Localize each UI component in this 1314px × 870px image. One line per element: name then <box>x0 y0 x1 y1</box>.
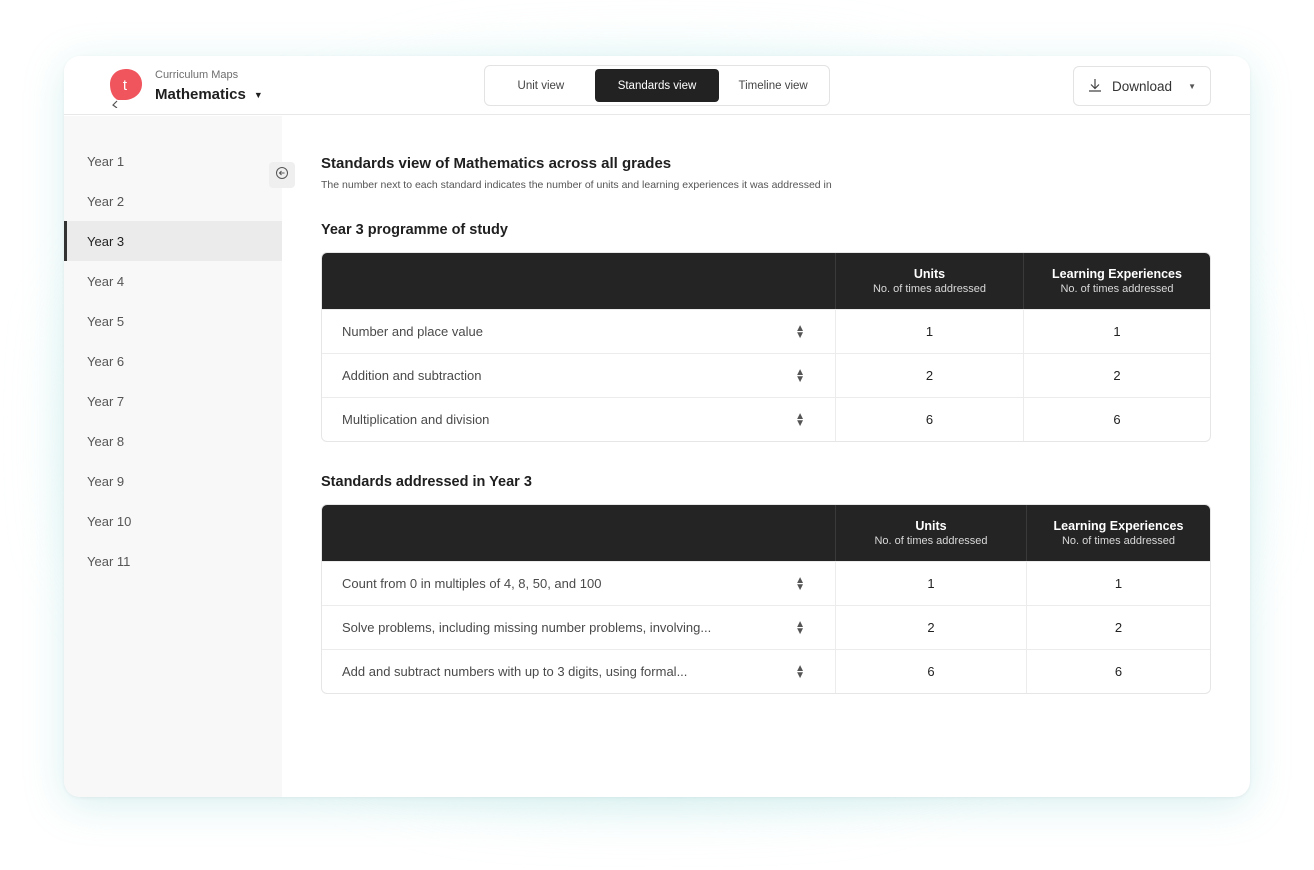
sidebar: Year 1 Year 2 Year 3 Year 4 Year 5 Year … <box>64 116 282 797</box>
sort-icon: ▲ ▼ <box>795 618 805 637</box>
download-icon <box>1088 78 1102 95</box>
sort-icon: ▲ ▼ <box>795 410 805 429</box>
experiences-count: 1 <box>1113 324 1121 339</box>
sidebar-item-year-5[interactable]: Year 5 <box>64 301 282 341</box>
view-switcher: Unit view Standards view Timeline view <box>484 65 830 106</box>
column-learning-experiences: Learning Experiences No. of times addres… <box>1053 519 1184 547</box>
sidebar-item-year-7[interactable]: Year 7 <box>64 381 282 421</box>
arrow-left-circle-icon <box>275 166 289 185</box>
download-button[interactable]: Download ▼ <box>1073 66 1211 106</box>
experiences-count: 2 <box>1114 620 1123 635</box>
units-count: 2 <box>836 354 1024 397</box>
experiences-count: 6 <box>1114 664 1123 679</box>
caret-down-icon: ▼ <box>253 89 263 100</box>
column-units: Units No. of times addressed <box>836 505 1027 561</box>
tab-unit-view[interactable]: Unit view <box>489 69 593 102</box>
header-blank <box>322 253 836 309</box>
subject-selector[interactable]: Mathematics ▼ <box>155 86 263 103</box>
sort-icon: ▲ ▼ <box>795 662 805 681</box>
top-header: t Curriculum Maps Mathematics ▼ Unit vie… <box>64 56 1250 115</box>
sidebar-item-year-11[interactable]: Year 11 <box>64 541 282 581</box>
standard-row-label[interactable]: Number and place value ▲ ▼ <box>322 310 836 353</box>
table-header: Units No. of times addressed Learning Ex… <box>322 253 1210 309</box>
section-title-programme: Year 3 programme of study <box>321 222 508 238</box>
sidebar-item-year-10[interactable]: Year 10 <box>64 501 282 541</box>
sidebar-item-year-9[interactable]: Year 9 <box>64 461 282 501</box>
units-count: 1 <box>836 310 1024 353</box>
units-count: 6 <box>836 650 1027 693</box>
table-row: Solve problems, including missing number… <box>322 605 1210 649</box>
sidebar-item-year-2[interactable]: Year 2 <box>64 181 282 221</box>
subject-title: Mathematics <box>155 86 246 103</box>
table-header: Units No. of times addressed Learning Ex… <box>322 505 1210 561</box>
breadcrumb-label: Curriculum Maps <box>155 69 239 81</box>
table-row: Multiplication and division ▲ ▼ 6 6 <box>322 397 1210 441</box>
standard-row-label[interactable]: Multiplication and division ▲ ▼ <box>322 398 836 441</box>
standard-row-label[interactable]: Add and subtract numbers with up to 3 di… <box>322 650 836 693</box>
header-blank <box>322 505 836 561</box>
download-label: Download <box>1112 78 1173 94</box>
collapse-sidebar-button[interactable] <box>269 162 295 188</box>
page-description: The number next to each standard indicat… <box>321 179 832 191</box>
tab-timeline-view[interactable]: Timeline view <box>721 69 825 102</box>
sidebar-item-year-3[interactable]: Year 3 <box>64 221 282 261</box>
page-title: Standards view of Mathematics across all… <box>321 155 672 172</box>
table-row: Add and subtract numbers with up to 3 di… <box>322 649 1210 693</box>
sort-icon: ▲ ▼ <box>795 322 805 341</box>
standard-row-label[interactable]: Solve problems, including missing number… <box>322 606 836 649</box>
standards-table: Units No. of times addressed Learning Ex… <box>321 504 1211 694</box>
column-units: Units No. of times addressed <box>836 253 1024 309</box>
sidebar-item-year-4[interactable]: Year 4 <box>64 261 282 301</box>
sidebar-item-year-1[interactable]: Year 1 <box>64 141 282 181</box>
app-window: t Curriculum Maps Mathematics ▼ Unit vie… <box>64 56 1250 797</box>
tab-standards-view[interactable]: Standards view <box>594 69 720 102</box>
logo-icon: t <box>109 68 143 109</box>
table-row: Addition and subtraction ▲ ▼ 2 2 <box>322 353 1210 397</box>
sidebar-item-year-6[interactable]: Year 6 <box>64 341 282 381</box>
sort-icon: ▲ ▼ <box>795 574 805 593</box>
standard-row-label[interactable]: Addition and subtraction ▲ ▼ <box>322 354 836 397</box>
units-count: 1 <box>836 562 1027 605</box>
chevron-down-icon: ▼ <box>1188 81 1196 91</box>
experiences-count: 1 <box>1114 576 1123 591</box>
programme-table: Units No. of times addressed Learning Ex… <box>321 252 1211 442</box>
standard-row-label[interactable]: Count from 0 in multiples of 4, 8, 50, a… <box>322 562 836 605</box>
experiences-count: 2 <box>1113 368 1121 383</box>
sidebar-item-year-8[interactable]: Year 8 <box>64 421 282 461</box>
experiences-count: 6 <box>1113 412 1121 427</box>
column-learning-experiences: Learning Experiences No. of times addres… <box>1052 267 1182 295</box>
table-row: Number and place value ▲ ▼ 1 1 <box>322 309 1210 353</box>
sort-icon: ▲ ▼ <box>795 366 805 385</box>
section-title-standards: Standards addressed in Year 3 <box>321 474 532 490</box>
units-count: 2 <box>836 606 1027 649</box>
units-count: 6 <box>836 398 1024 441</box>
table-row: Count from 0 in multiples of 4, 8, 50, a… <box>322 561 1210 605</box>
